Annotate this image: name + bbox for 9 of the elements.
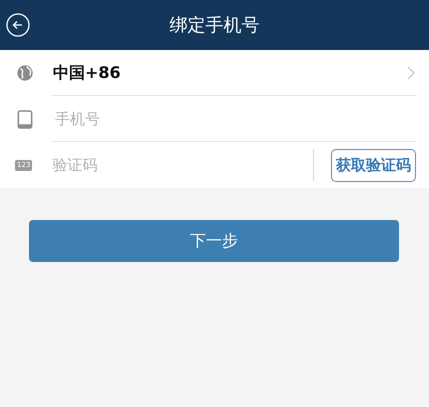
globe-icon <box>15 64 35 82</box>
page-title: 绑定手机号 <box>170 14 260 37</box>
next-button[interactable]: 下一步 <box>29 220 399 262</box>
code-input[interactable]: 验证码 <box>50 155 313 175</box>
country-code[interactable]: 中国+86 <box>53 62 407 84</box>
back-icon[interactable] <box>6 13 30 37</box>
phone-input[interactable]: 手机号 <box>53 109 429 129</box>
phone-icon <box>15 110 35 128</box>
get-code-button[interactable]: 获取验证码 <box>331 148 416 182</box>
